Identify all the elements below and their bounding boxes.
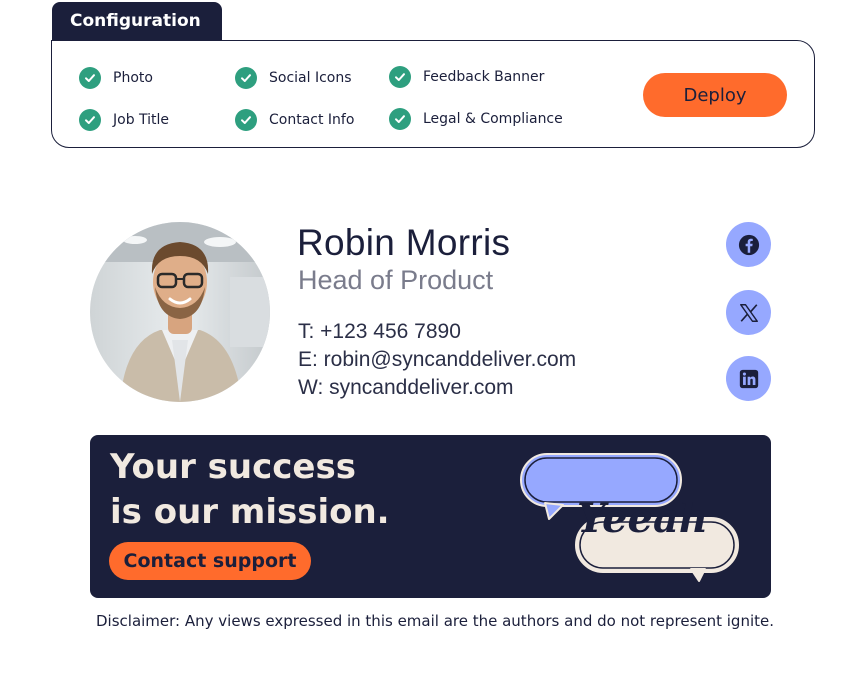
signature-phone[interactable]: T: +123 456 7890	[298, 320, 461, 344]
option-legal-compliance[interactable]: Legal & Compliance	[389, 108, 563, 130]
deploy-button[interactable]: Deploy	[643, 73, 787, 117]
option-label: Contact Info	[269, 112, 355, 128]
option-label: Photo	[113, 70, 153, 86]
option-label: Job Title	[113, 112, 170, 128]
signature-website[interactable]: W: syncanddeliver.com	[298, 376, 514, 400]
check-icon[interactable]	[389, 66, 411, 88]
check-icon[interactable]	[79, 109, 101, 131]
option-label: Feedback Banner	[423, 69, 545, 85]
facebook-button[interactable]	[726, 222, 771, 267]
banner-headline-line2: is our mission.	[110, 492, 390, 532]
check-icon[interactable]	[235, 67, 257, 89]
contact-support-button[interactable]: Contact support	[109, 542, 311, 580]
option-label: Legal & Compliance	[423, 111, 563, 127]
option-feedback-banner[interactable]: Feedback Banner	[389, 66, 544, 88]
feedback-banner: Your success is our mission. Contact sup…	[90, 435, 771, 598]
check-icon[interactable]	[235, 109, 257, 131]
linkedin-button[interactable]	[726, 356, 771, 401]
option-contact-info[interactable]: Contact Info	[235, 109, 354, 131]
disclaimer: Disclaimer: Any views expressed in this …	[96, 612, 775, 630]
signature-name: Robin Morris	[297, 222, 511, 263]
configuration-tab[interactable]: Configuration	[52, 2, 222, 42]
x-icon	[739, 303, 758, 322]
check-icon[interactable]	[389, 108, 411, 130]
signature-email[interactable]: E: robin@syncanddeliver.com	[298, 348, 576, 372]
option-social-icons[interactable]: Social Icons	[235, 67, 352, 89]
signature-job-title: Head of Product	[298, 265, 494, 295]
check-icon[interactable]	[79, 67, 101, 89]
option-label: Social Icons	[269, 70, 352, 86]
banner-graphic-word: Yeeah	[577, 495, 708, 542]
option-job-title[interactable]: Job Title	[79, 109, 169, 131]
speech-bubbles-graphic: Yeeah	[520, 453, 739, 582]
profile-photo	[90, 222, 270, 402]
facebook-icon	[738, 234, 759, 255]
banner-headline-line1: Your success	[110, 447, 356, 487]
avatar	[90, 222, 270, 402]
option-photo[interactable]: Photo	[79, 67, 153, 89]
x-button[interactable]	[726, 290, 771, 335]
linkedin-icon	[739, 369, 758, 388]
